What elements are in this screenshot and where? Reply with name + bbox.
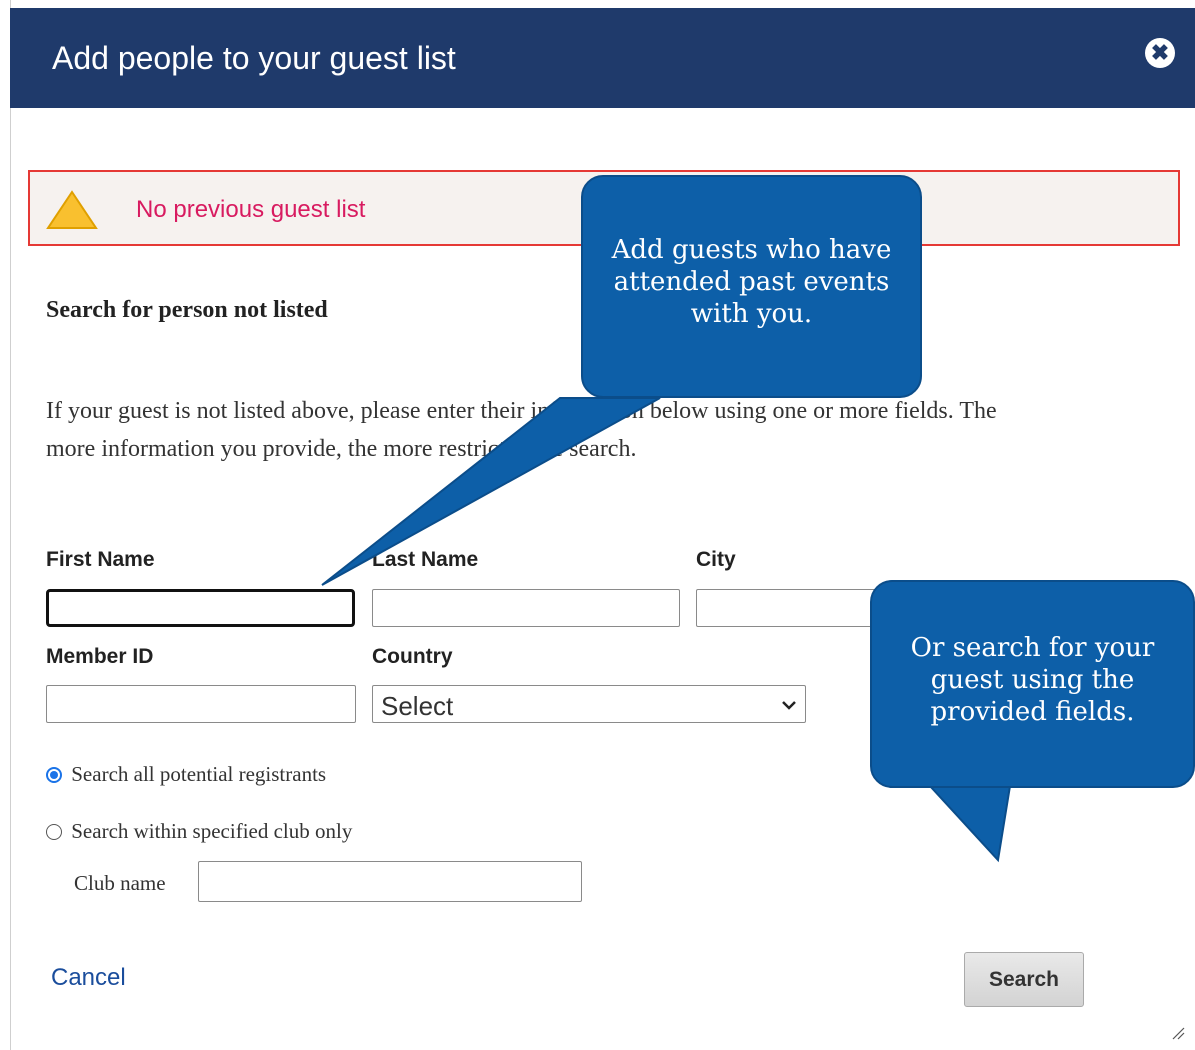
club-name-label: Club name (74, 871, 166, 895)
callout-tail-search (927, 785, 1012, 863)
first-name-field[interactable] (46, 589, 355, 627)
search-instructions: If your guest is not listed above, pleas… (46, 398, 997, 462)
alert-message: No previous guest list (136, 196, 366, 223)
callout-guests: Add guests who have attended past events… (581, 175, 922, 398)
callout-tails (321, 397, 1012, 863)
country-select-value: Select (381, 691, 454, 721)
last-name-label: Last Name (372, 548, 479, 571)
warning-triangle-icon (46, 190, 98, 235)
club-name-field[interactable] (198, 861, 582, 902)
window-left-edge (0, 0, 11, 1050)
country-label: Country (372, 645, 453, 668)
search-button[interactable]: Search (964, 952, 1084, 1007)
cancel-link[interactable]: Cancel (51, 964, 126, 992)
member-id-field[interactable] (46, 685, 356, 723)
city-label: City (696, 548, 736, 571)
scope-club-label: Search within specified club only (71, 819, 353, 843)
scope-club-radio[interactable] (46, 824, 62, 840)
close-icon[interactable]: ✖ (1145, 38, 1175, 68)
scope-club-option[interactable]: Search within specified club only (46, 819, 352, 844)
country-select[interactable]: Select (372, 685, 806, 723)
city-field[interactable] (696, 589, 896, 627)
dialog-header: Add people to your guest list ✖ (10, 8, 1195, 108)
search-heading: Search for person not listed (46, 297, 328, 323)
member-id-label: Member ID (46, 645, 154, 668)
dialog-title: Add people to your guest list (52, 40, 456, 76)
callout-search: Or search for your guest using the provi… (870, 580, 1195, 788)
resize-grip-icon[interactable] (1171, 1026, 1185, 1045)
last-name-field[interactable] (372, 589, 680, 627)
chevron-down-icon (781, 698, 797, 716)
scope-all-radio[interactable] (46, 767, 62, 783)
scope-all-option[interactable]: Search all potential registrants (46, 762, 326, 787)
first-name-label: First Name (46, 548, 155, 571)
scope-all-label: Search all potential registrants (71, 762, 327, 786)
